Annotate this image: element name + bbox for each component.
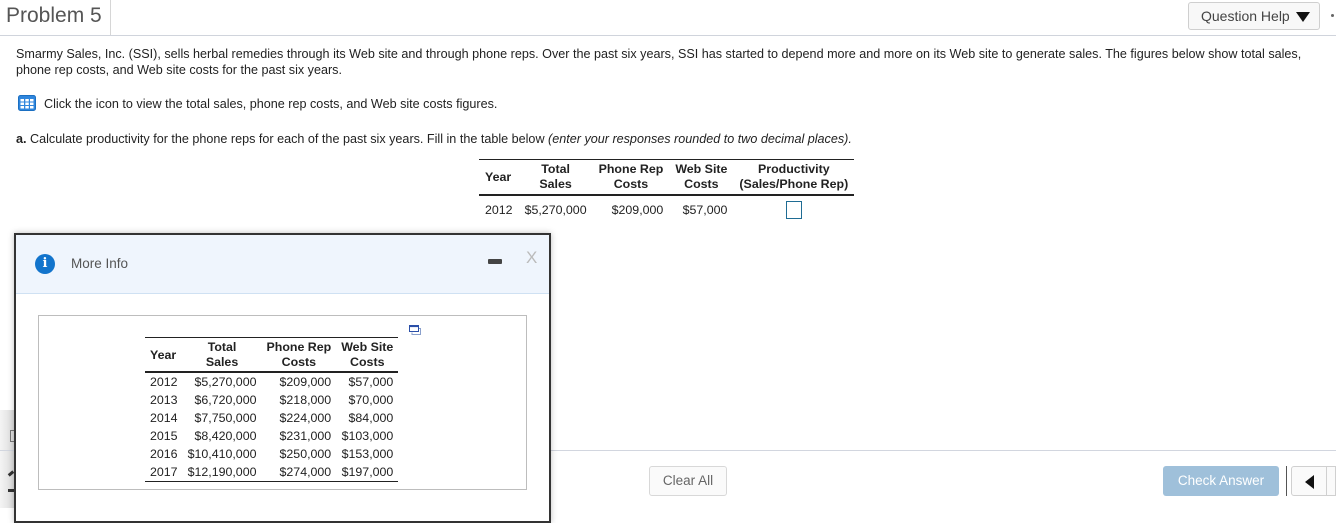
nav-separator bbox=[1286, 466, 1287, 496]
cell-total-sales: $12,190,000 bbox=[182, 463, 262, 482]
cell-web-site-costs: $103,000 bbox=[341, 429, 394, 443]
cell-web-site-costs: $57,000 bbox=[348, 375, 394, 389]
cell-year: 2014 bbox=[150, 411, 178, 425]
clear-all-button[interactable]: Clear All bbox=[649, 466, 727, 496]
question-help-button[interactable]: Question Help bbox=[1188, 2, 1320, 30]
sales-costs-table: Year Total Sales Phone Rep Costs Web Site C… bbox=[145, 337, 399, 482]
table-row: 2012 $5,270,000 $209,000 $57,000 bbox=[479, 195, 854, 223]
cell-phone-rep-costs: $250,000 bbox=[279, 447, 332, 461]
table-row: 2015 $8,420,000 $231,000 $103,000 bbox=[145, 427, 398, 445]
header-bar: Problem 5 Question Help bbox=[0, 0, 1336, 36]
cell-phone-rep-costs: $231,000 bbox=[279, 429, 332, 443]
cell-web-site-costs: $57,000 bbox=[682, 202, 728, 217]
cell-total-sales: $5,270,000 bbox=[524, 202, 587, 217]
header-year: Year bbox=[145, 337, 183, 373]
cell-year: 2012 bbox=[485, 202, 513, 217]
table-row: 2017 $12,190,000 $274,000 $197,000 bbox=[145, 463, 399, 482]
table-header-row: Year Total Sales Phone Rep Costs Web Site C… bbox=[479, 159, 855, 196]
cell-total-sales: $8,420,000 bbox=[194, 429, 257, 443]
cell-total-sales: $6,720,000 bbox=[194, 393, 257, 407]
header-productivity: Productivity (Sales/Phone Rep) bbox=[733, 159, 855, 196]
title-divider bbox=[110, 0, 111, 35]
question-intro: Smarmy Sales, Inc. (SSI), sells herbal r… bbox=[16, 47, 1302, 77]
cell-phone-rep-costs: $274,000 bbox=[261, 463, 337, 482]
header-web-site-costs: Web Site Costs bbox=[669, 159, 734, 196]
header-year: Year bbox=[479, 159, 519, 196]
cell-phone-rep-costs: $218,000 bbox=[279, 393, 332, 407]
productivity-2012-input[interactable] bbox=[785, 201, 802, 219]
dialog-header[interactable]: i More Info X bbox=[16, 235, 549, 294]
previous-button[interactable] bbox=[1291, 466, 1327, 496]
minimize-button[interactable] bbox=[488, 259, 502, 264]
check-answer-button[interactable]: Check Answer bbox=[1163, 466, 1279, 496]
cell-web-site-costs: $70,000 bbox=[348, 393, 394, 407]
info-icon: i bbox=[35, 254, 55, 274]
productivity-table: Year Total Sales Phone Rep Costs Web Site C… bbox=[479, 159, 855, 223]
icon-instruction-text: Click the icon to view the total sales, … bbox=[44, 97, 498, 111]
cell-total-sales: $7,750,000 bbox=[194, 411, 257, 425]
cell-year: 2016 bbox=[150, 447, 178, 461]
table-row: 2016 $10,410,000 $250,000 $153,000 bbox=[145, 445, 398, 463]
cell-total-sales: $10,410,000 bbox=[187, 447, 257, 461]
more-info-dialog: i More Info X Year Total Sales Phone Rep C… bbox=[14, 233, 551, 523]
header-web-site-costs: Web Site Costs bbox=[336, 337, 399, 373]
cell-year: 2015 bbox=[150, 429, 178, 443]
cell-year: 2017 bbox=[145, 463, 183, 482]
part-a-hint: (enter your responses rounded to two dec… bbox=[548, 132, 852, 146]
caret-down-icon bbox=[1295, 12, 1310, 22]
popout-icon[interactable] bbox=[409, 325, 421, 335]
next-button[interactable] bbox=[1327, 466, 1336, 496]
obscured-side-panel bbox=[0, 410, 14, 508]
dialog-title: More Info bbox=[71, 256, 129, 271]
part-a-label: a. bbox=[16, 132, 27, 146]
header-phone-rep-costs: Phone Rep Costs bbox=[592, 159, 670, 196]
header-total-sales: Total Sales bbox=[518, 159, 593, 196]
header-total-sales: Total Sales bbox=[182, 337, 262, 373]
cell-year: 2013 bbox=[150, 393, 178, 407]
cell-total-sales: $5,270,000 bbox=[194, 375, 257, 389]
table-grid-icon[interactable] bbox=[18, 95, 36, 111]
table-row: 2012 $5,270,000 $209,000 $57,000 bbox=[145, 372, 398, 391]
header-phone-rep-costs: Phone Rep Costs bbox=[261, 337, 337, 373]
question-help-label: Question Help bbox=[1201, 8, 1290, 24]
cell-phone-rep-costs: $209,000 bbox=[279, 375, 332, 389]
triangle-left-icon bbox=[1305, 475, 1314, 489]
cell-productivity bbox=[733, 195, 854, 223]
part-a-text: Calculate productivity for the phone rep… bbox=[30, 132, 545, 146]
cell-phone-rep-costs: $209,000 bbox=[611, 202, 664, 217]
part-a-prompt: a. Calculate productivity for the phone … bbox=[16, 131, 852, 147]
data-icon-instruction: Click the icon to view the total sales, … bbox=[18, 95, 497, 112]
close-button[interactable]: X bbox=[526, 249, 537, 267]
table-row: 2014 $7,750,000 $224,000 $84,000 bbox=[145, 409, 398, 427]
cell-web-site-costs: $197,000 bbox=[336, 463, 399, 482]
cell-year: 2012 bbox=[150, 375, 178, 389]
cell-phone-rep-costs: $224,000 bbox=[279, 411, 332, 425]
cell-web-site-costs: $153,000 bbox=[341, 447, 394, 461]
table-row: 2013 $6,720,000 $218,000 $70,000 bbox=[145, 391, 398, 409]
problem-title: Problem 5 bbox=[6, 4, 102, 27]
table-header-row: Year Total Sales Phone Rep Costs Web Site C… bbox=[145, 337, 399, 373]
cell-web-site-costs: $84,000 bbox=[348, 411, 394, 425]
dialog-content: Year Total Sales Phone Rep Costs Web Site C… bbox=[38, 315, 527, 490]
more-options-icon[interactable] bbox=[1331, 14, 1334, 17]
